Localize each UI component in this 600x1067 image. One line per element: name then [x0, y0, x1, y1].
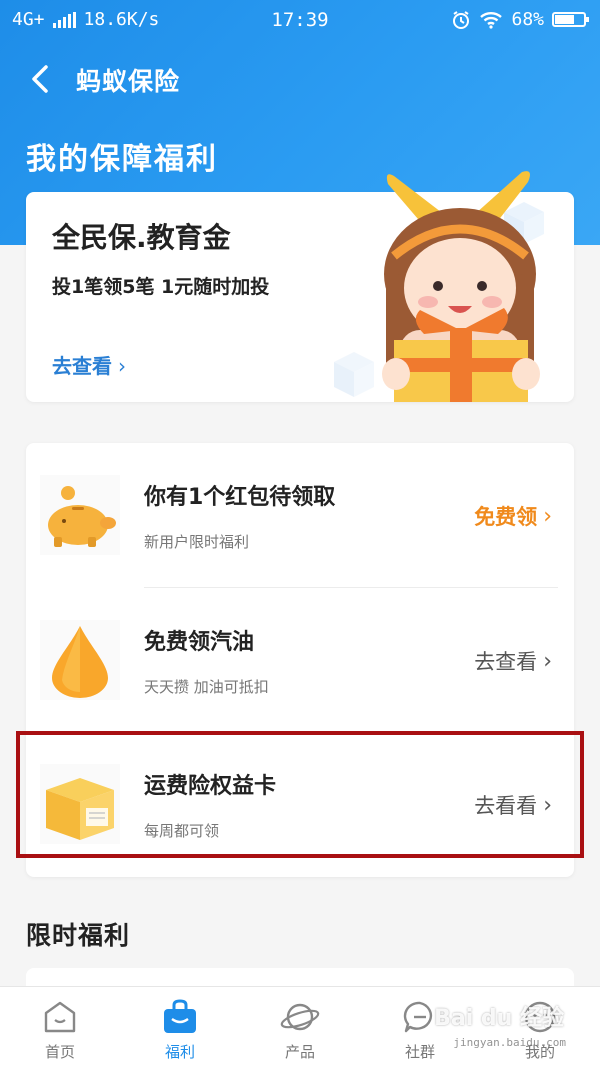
view-button[interactable]: 去查看 ›: [474, 646, 552, 676]
girl-with-gift-illustration: [382, 171, 540, 402]
list-item-red-packet[interactable]: 你有1个红包待领取 新用户限时福利 免费领 ›: [26, 443, 574, 587]
tab-label: 产品: [284, 1043, 315, 1061]
gift-bag-icon: [164, 999, 196, 1033]
piggy-bank-icon: [40, 475, 120, 555]
alarm-icon: [453, 10, 470, 29]
section-title: 我的保障福利: [26, 142, 218, 177]
item-title: 免费领汽油: [144, 630, 255, 655]
free-claim-button[interactable]: 免费领 ›: [474, 501, 552, 531]
item-subtitle: 新用户限时福利: [144, 533, 250, 551]
tab-products[interactable]: 产品: [240, 987, 360, 1067]
tab-benefits[interactable]: 福利: [120, 987, 240, 1067]
tab-label: 首页: [44, 1043, 75, 1061]
tab-label: 福利: [164, 1043, 195, 1061]
chevron-right-icon: ›: [118, 354, 126, 378]
page-title: 蚂蚁保险: [76, 67, 181, 96]
benefits-list-card: 你有1个红包待领取 新用户限时福利 免费领 › 免费领汽油 天天攒 加油可抵扣 去…: [26, 443, 574, 877]
promo-view-link[interactable]: 去查看 ›: [52, 350, 126, 379]
chevron-right-icon: ›: [543, 503, 552, 529]
item-subtitle: 天天攒 加油可抵扣: [144, 678, 269, 696]
chevron-right-icon: ›: [543, 792, 552, 818]
oil-drop-icon: [40, 620, 120, 700]
promo-title: 全民保.教育金: [52, 221, 231, 254]
battery-percent: 68%: [511, 9, 544, 30]
promo-subtitle: 投1笔领5笔 1元随时加投: [52, 276, 270, 298]
item-title: 你有1个红包待领取: [144, 485, 336, 510]
tab-home[interactable]: 首页: [0, 987, 120, 1067]
home-icon: [44, 1001, 76, 1033]
action-label: 去查看: [474, 650, 538, 674]
chevron-right-icon: ›: [543, 648, 552, 674]
wifi-icon: [480, 11, 503, 29]
list-item-free-fuel[interactable]: 免费领汽油 天天攒 加油可抵扣 去查看 ›: [26, 588, 574, 732]
action-label: 去看看: [474, 794, 538, 818]
watermark: Bai du 经验: [434, 1006, 564, 1031]
back-arrow-icon[interactable]: [26, 62, 56, 96]
planet-icon: [280, 1003, 320, 1031]
item-title: 运费险权益卡: [144, 774, 277, 799]
view-more-button[interactable]: 去看看 ›: [474, 790, 552, 820]
limited-benefits-title: 限时福利: [26, 921, 131, 950]
promo-link-label: 去查看: [52, 354, 112, 378]
watermark-url: jingyan.baidu.com: [453, 1036, 566, 1049]
parcel-box-icon: [40, 764, 120, 844]
navigation-bar: 蚂蚁保险: [0, 48, 600, 108]
action-label: 免费领: [474, 505, 538, 529]
item-subtitle: 每周都可领: [144, 822, 220, 840]
list-item-shipping-insurance[interactable]: 运费险权益卡 每周都可领 去看看 ›: [26, 732, 574, 876]
battery-icon: [552, 12, 589, 27]
status-bar: 4G+ 18.6K/s 17:39 68%: [0, 0, 600, 40]
